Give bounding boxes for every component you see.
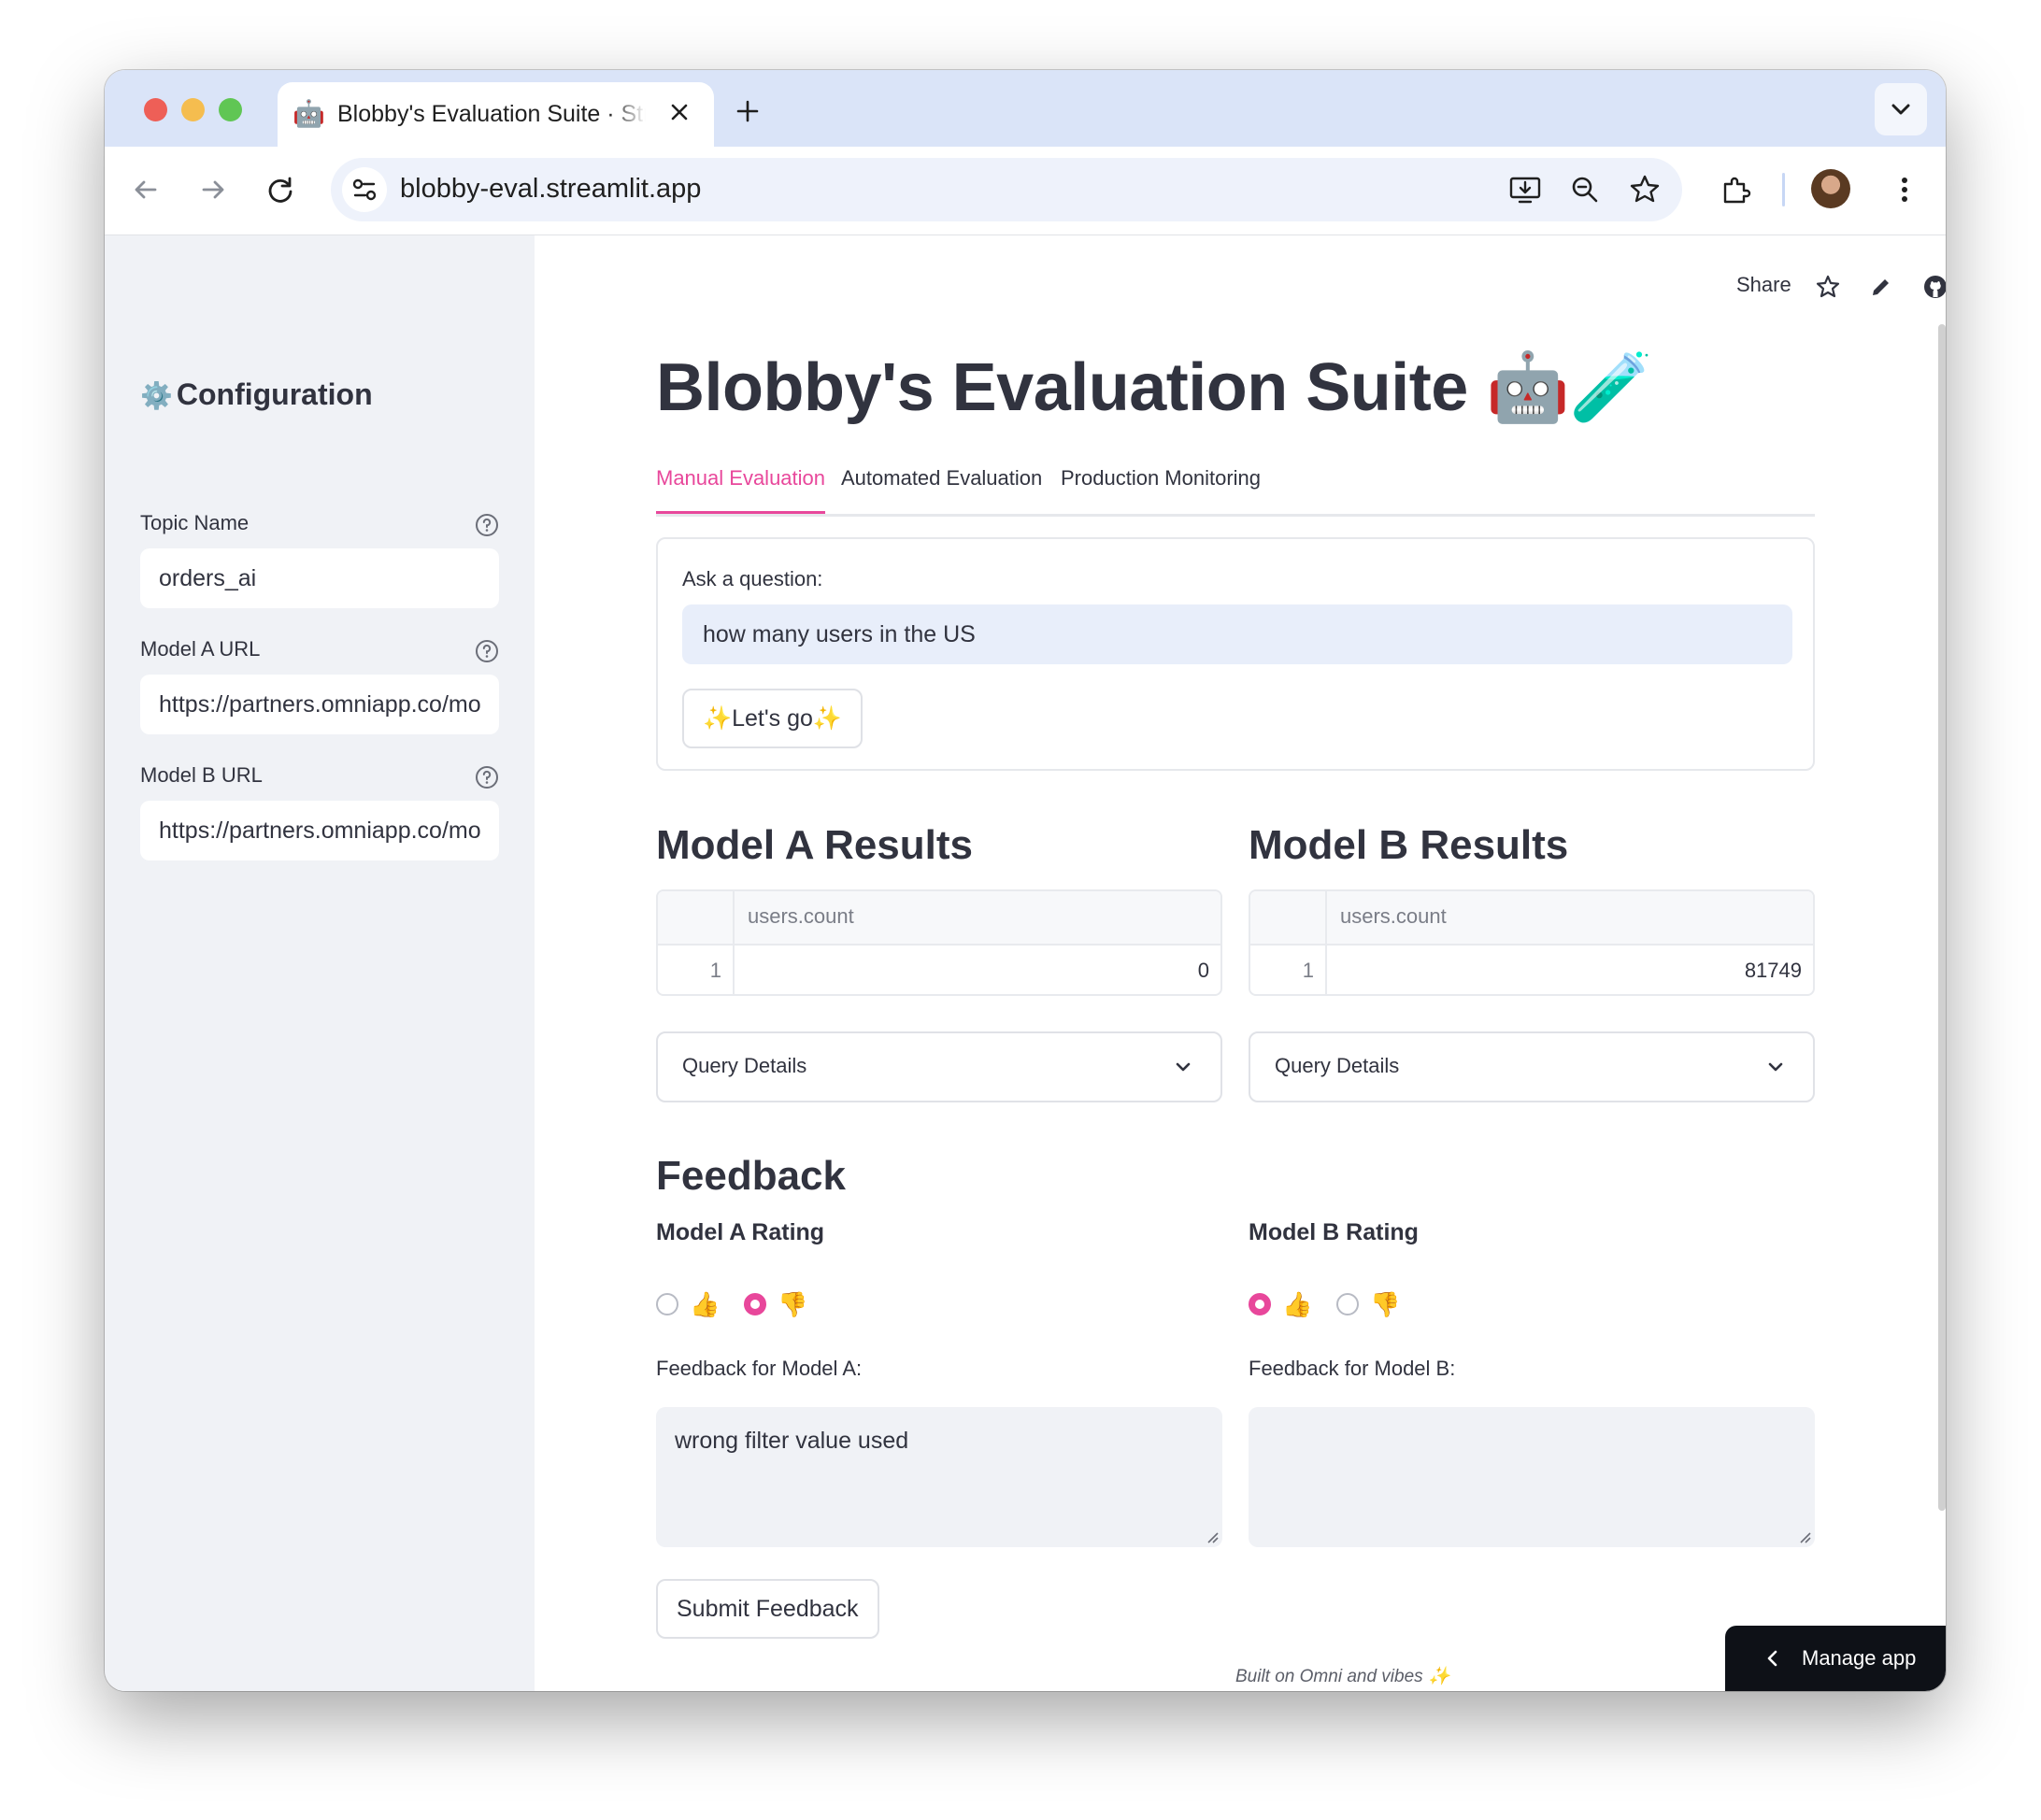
expander-label: Query Details — [1275, 1054, 1400, 1077]
tab-bar: Manual Evaluation Automated Evaluation P… — [656, 460, 1815, 517]
help-icon[interactable] — [474, 764, 500, 790]
main-area: Share Blobby's Evaluation Suite 🤖🧪 Manua… — [535, 235, 1946, 1691]
sidebar: ⚙️ Configuration Topic Name orders_ai Mod… — [105, 235, 535, 1691]
topic-name-label: Topic Name — [140, 511, 250, 534]
chevron-left-icon — [1767, 1650, 1777, 1667]
tune-icon — [352, 178, 377, 201]
bookmark-star-icon[interactable] — [1626, 171, 1663, 208]
tab-search-button[interactable] — [1875, 83, 1927, 135]
install-app-icon[interactable] — [1506, 171, 1544, 208]
model-a-feedback-textarea[interactable]: wrong filter value used — [656, 1407, 1222, 1547]
table-row-index: 1 — [709, 959, 721, 982]
minimize-window-button[interactable] — [181, 98, 205, 121]
profile-avatar[interactable] — [1811, 169, 1850, 208]
tab-title: Blobby's Evaluation Suite · Streamlit — [337, 101, 646, 127]
tab-strip: 🤖 Blobby's Evaluation Suite · Streamlit — [105, 70, 1946, 147]
thumbs-up-icon: 👍 — [690, 1290, 721, 1318]
sidebar-title-text: Configuration — [176, 377, 373, 411]
manage-app-label: Manage app — [1802, 1646, 1917, 1670]
table-cell[interactable]: 81749 — [1745, 959, 1802, 983]
chevron-down-icon — [1891, 104, 1910, 115]
page-title: Blobby's Evaluation Suite 🤖🧪 — [656, 350, 1653, 425]
tab-favicon-icon: 🤖 — [293, 99, 325, 128]
github-icon[interactable] — [1921, 273, 1946, 301]
star-icon[interactable] — [1814, 273, 1842, 301]
extensions-icon[interactable] — [1718, 171, 1755, 208]
zoom-out-icon[interactable] — [1566, 171, 1604, 208]
model-a-url-label: Model A URL — [140, 637, 261, 661]
back-arrow-icon[interactable] — [127, 171, 164, 208]
resize-grip-icon[interactable] — [1204, 1529, 1219, 1543]
browser-window: 🤖 Blobby's Evaluation Suite · Streamlit — [105, 70, 1946, 1691]
address-bar[interactable]: blobby-eval.streamlit.app — [331, 158, 1682, 221]
model-a-feedback-label: Feedback for Model A: — [656, 1357, 863, 1380]
edit-pencil-icon[interactable] — [1867, 273, 1895, 301]
footer-text: Built on Omni and vibes ✨ — [1235, 1667, 1450, 1686]
browser-tab[interactable]: 🤖 Blobby's Evaluation Suite · Streamlit — [278, 82, 714, 147]
model-a-rating-label: Model A Rating — [656, 1219, 825, 1245]
question-form: Ask a question: how many users in the US… — [656, 537, 1815, 771]
chevron-down-icon — [1768, 1062, 1783, 1072]
model-b-thumbs-down-radio[interactable] — [1336, 1293, 1359, 1315]
more-vertical-icon[interactable] — [1886, 171, 1923, 208]
new-tab-icon[interactable] — [731, 94, 764, 128]
model-b-feedback-label: Feedback for Model B: — [1249, 1357, 1456, 1380]
model-a-url-input[interactable]: https://partners.omniapp.co/mo — [140, 675, 499, 734]
tab-manual-evaluation[interactable]: Manual Evaluation — [656, 460, 826, 514]
table-row-index: 1 — [1302, 959, 1314, 982]
resize-grip-icon[interactable] — [1796, 1529, 1811, 1543]
model-b-feedback-textarea[interactable] — [1249, 1407, 1815, 1547]
table-cell[interactable]: 0 — [1198, 959, 1209, 983]
scrollbar[interactable] — [1938, 324, 1946, 1511]
gear-icon: ⚙️ — [140, 381, 173, 410]
feedback-title: Feedback — [656, 1153, 846, 1199]
help-icon[interactable] — [474, 638, 500, 664]
model-b-results-title: Model B Results — [1249, 822, 1569, 868]
model-a-query-details-expander[interactable]: Query Details — [656, 1031, 1222, 1102]
expander-label: Query Details — [682, 1054, 807, 1077]
thumbs-down-icon: 👎 — [1370, 1290, 1401, 1318]
model-b-results-table[interactable]: users.count 1 81749 — [1249, 889, 1815, 996]
model-b-rating-label: Model B Rating — [1249, 1219, 1419, 1245]
model-a-thumbs-up-radio[interactable] — [656, 1293, 678, 1315]
close-window-button[interactable] — [144, 98, 167, 121]
site-info-button[interactable] — [342, 167, 387, 212]
chevron-down-icon — [1176, 1062, 1191, 1072]
question-input[interactable]: how many users in the US — [682, 604, 1792, 664]
tab-automated-evaluation[interactable]: Automated Evaluation — [841, 460, 1042, 511]
browser-toolbar: blobby-eval.streamlit.app — [105, 147, 1946, 236]
thumbs-up-icon: 👍 — [1282, 1290, 1313, 1318]
thumbs-down-icon: 👎 — [778, 1290, 808, 1318]
topic-name-input[interactable]: orders_ai — [140, 548, 499, 608]
manage-app-button[interactable]: Manage app — [1725, 1626, 1946, 1691]
table-header — [1250, 891, 1813, 946]
table-header — [658, 891, 1220, 946]
share-button[interactable]: Share — [1736, 273, 1791, 297]
help-icon[interactable] — [474, 512, 500, 538]
forward-arrow-icon[interactable] — [194, 171, 232, 208]
submit-feedback-button[interactable]: Submit Feedback — [656, 1579, 879, 1639]
model-b-url-input[interactable]: https://partners.omniapp.co/mo — [140, 801, 499, 860]
model-b-thumbs-up-radio[interactable] — [1249, 1293, 1271, 1315]
question-label: Ask a question: — [682, 567, 823, 590]
maximize-window-button[interactable] — [219, 98, 242, 121]
url-text: blobby-eval.streamlit.app — [400, 174, 702, 204]
table-column-header[interactable]: users.count — [748, 904, 854, 929]
model-a-feedback-text: wrong filter value used — [675, 1428, 909, 1454]
model-a-results-table[interactable]: users.count 1 0 — [656, 889, 1222, 996]
lets-go-button[interactable]: ✨Let's go✨ — [682, 689, 864, 748]
page-content: ⚙️ Configuration Topic Name orders_ai Mod… — [105, 235, 1946, 1691]
table-index-divider — [733, 891, 735, 994]
tab-close-icon[interactable] — [663, 95, 696, 129]
reload-icon[interactable] — [262, 171, 299, 208]
tab-production-monitoring[interactable]: Production Monitoring — [1061, 460, 1261, 511]
sidebar-title: ⚙️ Configuration — [140, 377, 373, 412]
model-a-results-title: Model A Results — [656, 822, 974, 868]
model-a-thumbs-down-radio[interactable] — [744, 1293, 766, 1315]
table-index-divider — [1325, 891, 1327, 994]
table-column-header[interactable]: users.count — [1340, 904, 1447, 929]
model-b-url-label: Model B URL — [140, 763, 263, 787]
model-b-query-details-expander[interactable]: Query Details — [1249, 1031, 1815, 1102]
toolbar-separator — [1782, 173, 1785, 206]
